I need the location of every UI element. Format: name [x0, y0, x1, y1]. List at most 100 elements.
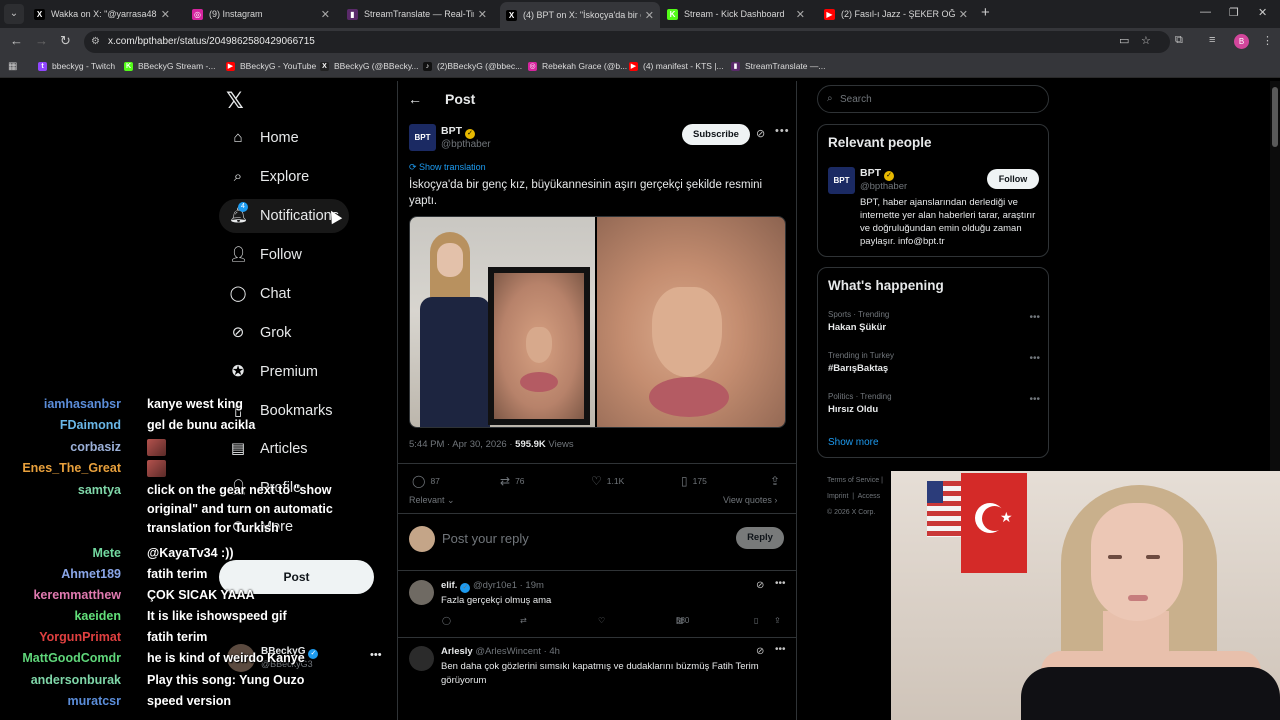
repost-icon[interactable]: ⇄ [520, 616, 527, 625]
person-avatar[interactable]: BPT [828, 167, 855, 194]
nav-item-grok[interactable]: ⊘ Grok [219, 316, 301, 350]
close-window-icon[interactable]: ✕ [1258, 6, 1267, 19]
more-icon[interactable]: ••• [1029, 312, 1040, 323]
nav-item-articles[interactable]: ▤ Articles [219, 432, 318, 466]
avatar[interactable] [409, 580, 434, 605]
back-icon[interactable]: ← [10, 33, 23, 48]
grok-icon[interactable]: ⊘ [756, 127, 765, 140]
more-icon[interactable]: ••• [1029, 353, 1040, 364]
extensions-icon[interactable]: ⧉ [1175, 34, 1183, 47]
site-info-icon[interactable]: ⚙ [91, 36, 100, 47]
reload-icon[interactable]: ↻ [60, 33, 71, 49]
apps-icon[interactable]: ▦ [8, 61, 17, 72]
url-text[interactable]: x.com/bpthaber/status/204986258042906671… [108, 36, 315, 47]
browser-tab[interactable]: K Stream - Kick Dashboard ✕ [661, 3, 811, 25]
new-tab-button[interactable]: + [981, 5, 990, 21]
back-arrow-icon[interactable]: ← [408, 91, 422, 107]
post-timestamp[interactable]: 5:44 PM · Apr 30, 2026 · [409, 439, 515, 450]
bookmark-action[interactable]: ▯ 175 [681, 474, 707, 488]
nav-item-explore[interactable]: ⌕ Explore [219, 160, 319, 194]
browser-tab[interactable]: X Wakka on X: "@yarrasa48 @BB ✕ [28, 3, 176, 25]
author-handle[interactable]: @bpthaber [441, 139, 491, 150]
scrollbar-thumb[interactable] [1272, 87, 1278, 147]
bookmark-item[interactable]: K BBeckyG Stream -... [124, 61, 215, 71]
media-image-girl-with-painting[interactable] [410, 217, 597, 427]
repost-action[interactable]: ⇄ 76 [500, 474, 525, 488]
person-handle[interactable]: @bpthaber [860, 181, 907, 192]
bookmark-item[interactable]: t bbeckyg - Twitch [38, 61, 115, 71]
bookmark-item[interactable]: ▶ BBeckyG - YouTube [226, 61, 316, 71]
subscribe-button[interactable]: Subscribe [682, 124, 750, 145]
close-tab-icon[interactable]: ✕ [796, 8, 805, 21]
trend-item[interactable]: Sports · Trending Hakan Şükür ••• [828, 310, 1040, 333]
follow-button[interactable]: Follow [987, 169, 1039, 189]
close-tab-icon[interactable]: ✕ [478, 8, 487, 21]
omnibox[interactable]: ⚙ x.com/bpthaber/status/2049862580429066… [84, 31, 1170, 53]
close-tab-icon[interactable]: ✕ [645, 9, 654, 22]
comment-author[interactable]: Arlesly [441, 646, 473, 657]
bookmark-item[interactable]: ▮ StreamTranslate —... [731, 61, 825, 71]
nav-item-label: Follow [260, 247, 302, 263]
comment-handle[interactable]: @dyr10e1 · 19m [473, 580, 544, 591]
nav-item-follow[interactable]: 👤︎ Follow [219, 238, 312, 272]
heart-icon[interactable]: ♡ [598, 616, 605, 625]
grok-icon[interactable]: ⊘ [756, 646, 764, 657]
more-icon[interactable]: ••• [775, 578, 786, 589]
bookmark-icon[interactable]: ▯ [754, 616, 758, 625]
comment-handle[interactable]: @ArlesWincent · 4h [475, 646, 560, 657]
forward-icon[interactable]: → [35, 33, 48, 48]
author-avatar[interactable]: BPT [409, 124, 436, 151]
more-icon[interactable]: ••• [1029, 394, 1040, 405]
share-icon[interactable]: ⇪ [774, 616, 781, 625]
cast-icon[interactable]: ▭ [1119, 34, 1129, 47]
search-input[interactable]: ⌕ Search [817, 85, 1049, 113]
bookmark-item[interactable]: ♪ (2)BBeckyG (@bbec... [423, 61, 522, 71]
more-icon[interactable]: ••• [775, 644, 786, 655]
avatar[interactable] [409, 646, 434, 671]
menu-icon[interactable]: ⋮ [1262, 34, 1273, 47]
trend-item[interactable]: Politics · Trending Hırsız Oldu ••• [828, 392, 1040, 415]
browser-tab[interactable]: ▮ StreamTranslate — Real-Tim ✕ [341, 3, 493, 25]
browser-tab[interactable]: ◎ (9) Instagram ✕ [186, 3, 336, 25]
bookmark-item[interactable]: X BBeckyG (@BBecky... [320, 61, 419, 71]
show-more-link[interactable]: Show more [828, 437, 879, 448]
footer-link[interactable]: Access [858, 493, 881, 500]
comment-author[interactable]: elif. [441, 580, 457, 591]
browser-tab[interactable]: ▶ (2) Fasıl-ı Jazz - ŞEKER OĞLAN ✕ [818, 3, 974, 25]
more-icon[interactable]: ••• [775, 125, 790, 137]
close-tab-icon[interactable]: ✕ [959, 8, 968, 21]
post-media[interactable] [409, 216, 786, 428]
bookmark-item[interactable]: ▶ (4) manifest - KTS |... [629, 61, 724, 71]
reply-sort-dropdown[interactable]: Relevant ⌄ [409, 495, 455, 506]
reply-button[interactable]: Reply [736, 527, 784, 549]
view-quotes-link[interactable]: View quotes › [723, 495, 777, 505]
bookmark-star-icon[interactable]: ☆ [1141, 34, 1151, 47]
author-name[interactable]: BPT [441, 125, 462, 137]
footer-link[interactable]: Imprint [827, 493, 848, 500]
bookmark-item[interactable]: ◎ Rebekah Grace (@b... [528, 61, 627, 71]
reply-input[interactable]: Post your reply [442, 531, 529, 546]
tab-search-button[interactable]: ⌄ [4, 4, 24, 24]
reply-action[interactable]: ◯ 87 [412, 474, 440, 488]
reply-icon[interactable]: ◯ [442, 616, 451, 625]
like-action[interactable]: ♡ 1.1K [591, 474, 624, 488]
minimize-icon[interactable]: — [1200, 6, 1211, 18]
nav-item-chat[interactable]: ◯ Chat [219, 277, 301, 311]
grok-icon[interactable]: ⊘ [756, 580, 764, 591]
nav-item-home[interactable]: ⌂ Home [219, 121, 309, 155]
profile-avatar[interactable]: B [1234, 34, 1249, 49]
close-tab-icon[interactable]: ✕ [321, 8, 330, 21]
footer-link[interactable]: Terms of Service [827, 477, 879, 484]
trend-item[interactable]: Trending in Turkey #BarışBaktaş ••• [828, 351, 1040, 374]
share-action[interactable]: ⇪ [770, 474, 785, 488]
browser-tab[interactable]: X (4) BPT on X: "İskoçya'da bir ge ✕ [500, 2, 660, 28]
reading-list-icon[interactable]: ≡ [1209, 34, 1215, 46]
media-image-painting-closeup[interactable] [597, 217, 785, 427]
maximize-icon[interactable]: ❐ [1229, 6, 1239, 19]
x-logo-icon[interactable]: 𝕏 [226, 88, 244, 114]
person-name[interactable]: BPT [860, 167, 881, 179]
close-tab-icon[interactable]: ✕ [161, 8, 170, 21]
nav-item-premium[interactable]: ✪ Premium [219, 355, 328, 389]
show-translation-link[interactable]: Show translation [419, 162, 486, 172]
more-icon[interactable]: ••• [370, 649, 382, 661]
